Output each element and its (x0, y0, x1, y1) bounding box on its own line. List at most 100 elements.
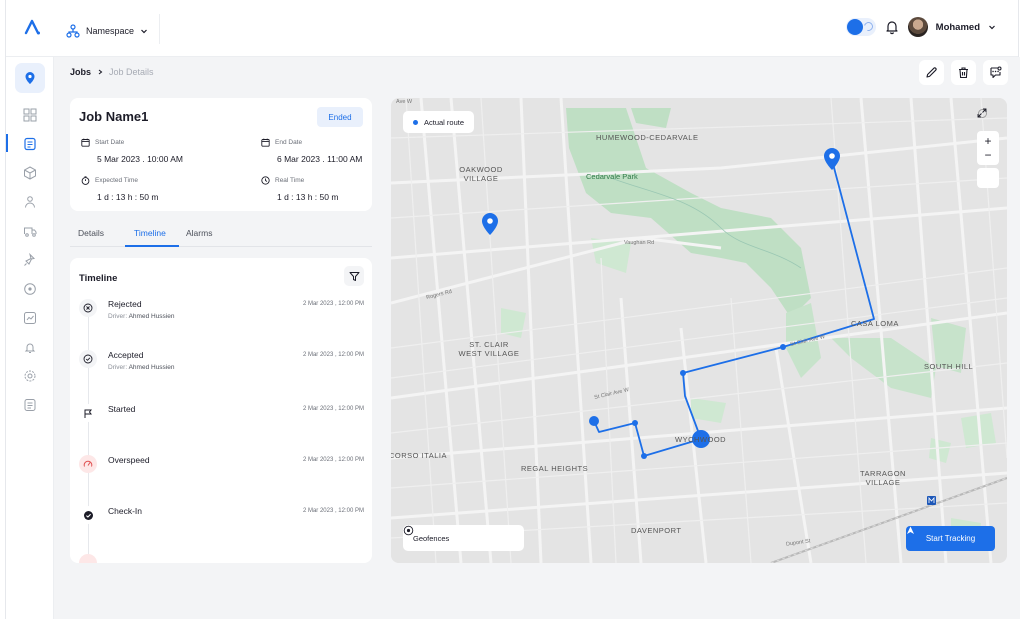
map-label: CASA LOMA (851, 319, 899, 328)
detail-tabs: Details Timeline Alarms (70, 225, 372, 247)
tab-alarms[interactable]: Alarms (186, 228, 212, 238)
start-date: Start Date 5 Mar 2023 . 10:00 AM (81, 138, 183, 164)
driver-name: Ahmed Hussien (128, 313, 175, 320)
check-filled-icon (79, 506, 97, 524)
document-icon[interactable] (23, 398, 37, 412)
alarm-icon[interactable] (23, 340, 37, 354)
timeline-event[interactable] (79, 554, 365, 563)
moon-icon (862, 20, 875, 33)
event-title: Rejected (108, 299, 142, 309)
tab-details[interactable]: Details (78, 228, 104, 238)
comment-button[interactable] (983, 60, 1008, 85)
event-title: Overspeed (108, 455, 150, 465)
user-name[interactable]: Mohamed (936, 22, 980, 33)
real-time-value: 1 d : 13 h : 50 m (277, 192, 339, 202)
driver-prefix: Driver: (108, 313, 128, 320)
expand-icon (977, 108, 987, 118)
route-legend: Actual route (403, 111, 475, 133)
filter-icon (349, 271, 359, 281)
route-map[interactable]: HUMEWOOD-CEDARVALE OAKWOOD VILLAGE Cedar… (391, 98, 1007, 563)
chevron-right-icon (98, 69, 103, 75)
chevron-down-icon (141, 29, 147, 34)
timeline-event[interactable]: Check-In 2 Mar 2023 , 12:00 PM (79, 506, 365, 538)
event-title: Accepted (108, 350, 144, 360)
report-icon[interactable] (23, 311, 37, 325)
event-time: 2 Mar 2023 , 12:00 PM (302, 406, 364, 412)
navigation-arrow-icon (907, 526, 914, 534)
end-date-value: 6 Mar 2023 . 11:00 AM (277, 154, 363, 164)
street-label: Vaughan Rd (624, 240, 655, 246)
timeline-event[interactable]: Rejected Driver: Ahmed Hussien 2 Mar 202… (79, 299, 365, 331)
x-circle-icon (79, 299, 97, 317)
box-icon[interactable] (23, 166, 37, 180)
namespace-selector[interactable]: Namespace (66, 21, 148, 41)
expected-time: Expected Time 1 d : 13 h : 50 m (81, 176, 158, 202)
real-time: Real Time 1 d : 13 h : 50 m (261, 176, 338, 202)
breadcrumb-root[interactable]: Jobs (70, 67, 91, 77)
map-label: REGAL HEIGHTS (521, 464, 589, 473)
zoom-in-icon[interactable]: + (984, 134, 991, 148)
zoom-out-icon[interactable]: − (984, 148, 991, 162)
top-bar: Namespace Mohamed (6, 0, 1018, 57)
street-label: Ave W (396, 99, 413, 105)
event-time: 2 Mar 2023 , 12:00 PM (302, 508, 364, 514)
delete-button[interactable] (951, 60, 976, 85)
job-summary-card: Job Name1 Ended Start Date 5 Mar 2023 . … (70, 98, 372, 211)
fullscreen-button[interactable] (977, 108, 999, 188)
clock-icon (261, 176, 270, 185)
speedometer-icon (79, 455, 97, 473)
map-label: Cedarvale Park (586, 172, 638, 181)
start-tracking-button[interactable]: Start Tracking (906, 526, 995, 551)
event-driver: Driver: Ahmed Hussien (108, 313, 174, 320)
map-label: HUMEWOOD-CEDARVALE (596, 133, 699, 142)
geofences-label: Geofences (413, 533, 450, 543)
timeline-title: Timeline (79, 273, 118, 284)
timeline-event[interactable]: Started 2 Mar 2023 , 12:00 PM (79, 404, 365, 436)
eye-icon[interactable] (403, 525, 414, 536)
map-label: CORSO ITALIA (391, 451, 447, 460)
legend-label: Actual route (424, 117, 465, 127)
chevron-down-icon[interactable] (988, 23, 996, 31)
check-circle-icon (79, 350, 97, 368)
page-actions (919, 60, 1008, 85)
calendar-icon (261, 138, 270, 147)
expected-time-value: 1 d : 13 h : 50 m (97, 192, 159, 202)
event-time: 2 Mar 2023 , 12:00 PM (302, 301, 364, 307)
driver-name: Ahmed Hussien (128, 364, 175, 371)
expected-time-label: Expected Time (95, 177, 138, 184)
timeline-event[interactable]: Accepted Driver: Ahmed Hussien 2 Mar 202… (79, 350, 365, 382)
users-icon[interactable] (23, 195, 37, 209)
map-label: DAVENPORT (631, 526, 682, 535)
filter-button[interactable] (344, 266, 364, 286)
avatar[interactable] (907, 17, 928, 37)
map-pin-icon (25, 72, 35, 84)
flag-icon (79, 404, 97, 422)
jobs-icon[interactable] (23, 137, 37, 151)
app-logo-icon[interactable] (23, 18, 41, 36)
pin-icon[interactable] (23, 253, 37, 267)
active-indicator (6, 134, 8, 152)
zoom-control[interactable]: + − (977, 131, 999, 165)
bell-icon[interactable] (884, 19, 900, 35)
truck-icon[interactable] (23, 224, 37, 238)
location-icon[interactable] (23, 282, 37, 296)
start-date-label: Start Date (95, 139, 125, 146)
settings-icon[interactable] (23, 369, 37, 383)
tab-timeline[interactable]: Timeline (134, 228, 166, 238)
theme-toggle[interactable] (845, 18, 876, 36)
timeline-event[interactable]: Overspeed 2 Mar 2023 , 12:00 PM (79, 455, 365, 487)
breadcrumb-current: Job Details (109, 67, 154, 77)
edit-button[interactable] (919, 60, 944, 85)
legend-dot (413, 119, 418, 125)
geofences-toggle[interactable]: Geofences (403, 525, 524, 551)
stopwatch-icon (81, 176, 90, 185)
pencil-icon (926, 67, 937, 78)
end-date: End Date 6 Mar 2023 . 11:00 AM (261, 138, 362, 164)
dashboard-icon[interactable] (23, 108, 37, 122)
status-badge: Ended (317, 107, 363, 127)
sidebar-item-map[interactable] (15, 63, 45, 93)
map-label: OAKWOOD VILLAGE (459, 165, 503, 183)
map-label: ST. CLAIR WEST VILLAGE (458, 340, 520, 358)
driver-prefix: Driver: (108, 364, 128, 371)
trash-icon (959, 67, 968, 79)
